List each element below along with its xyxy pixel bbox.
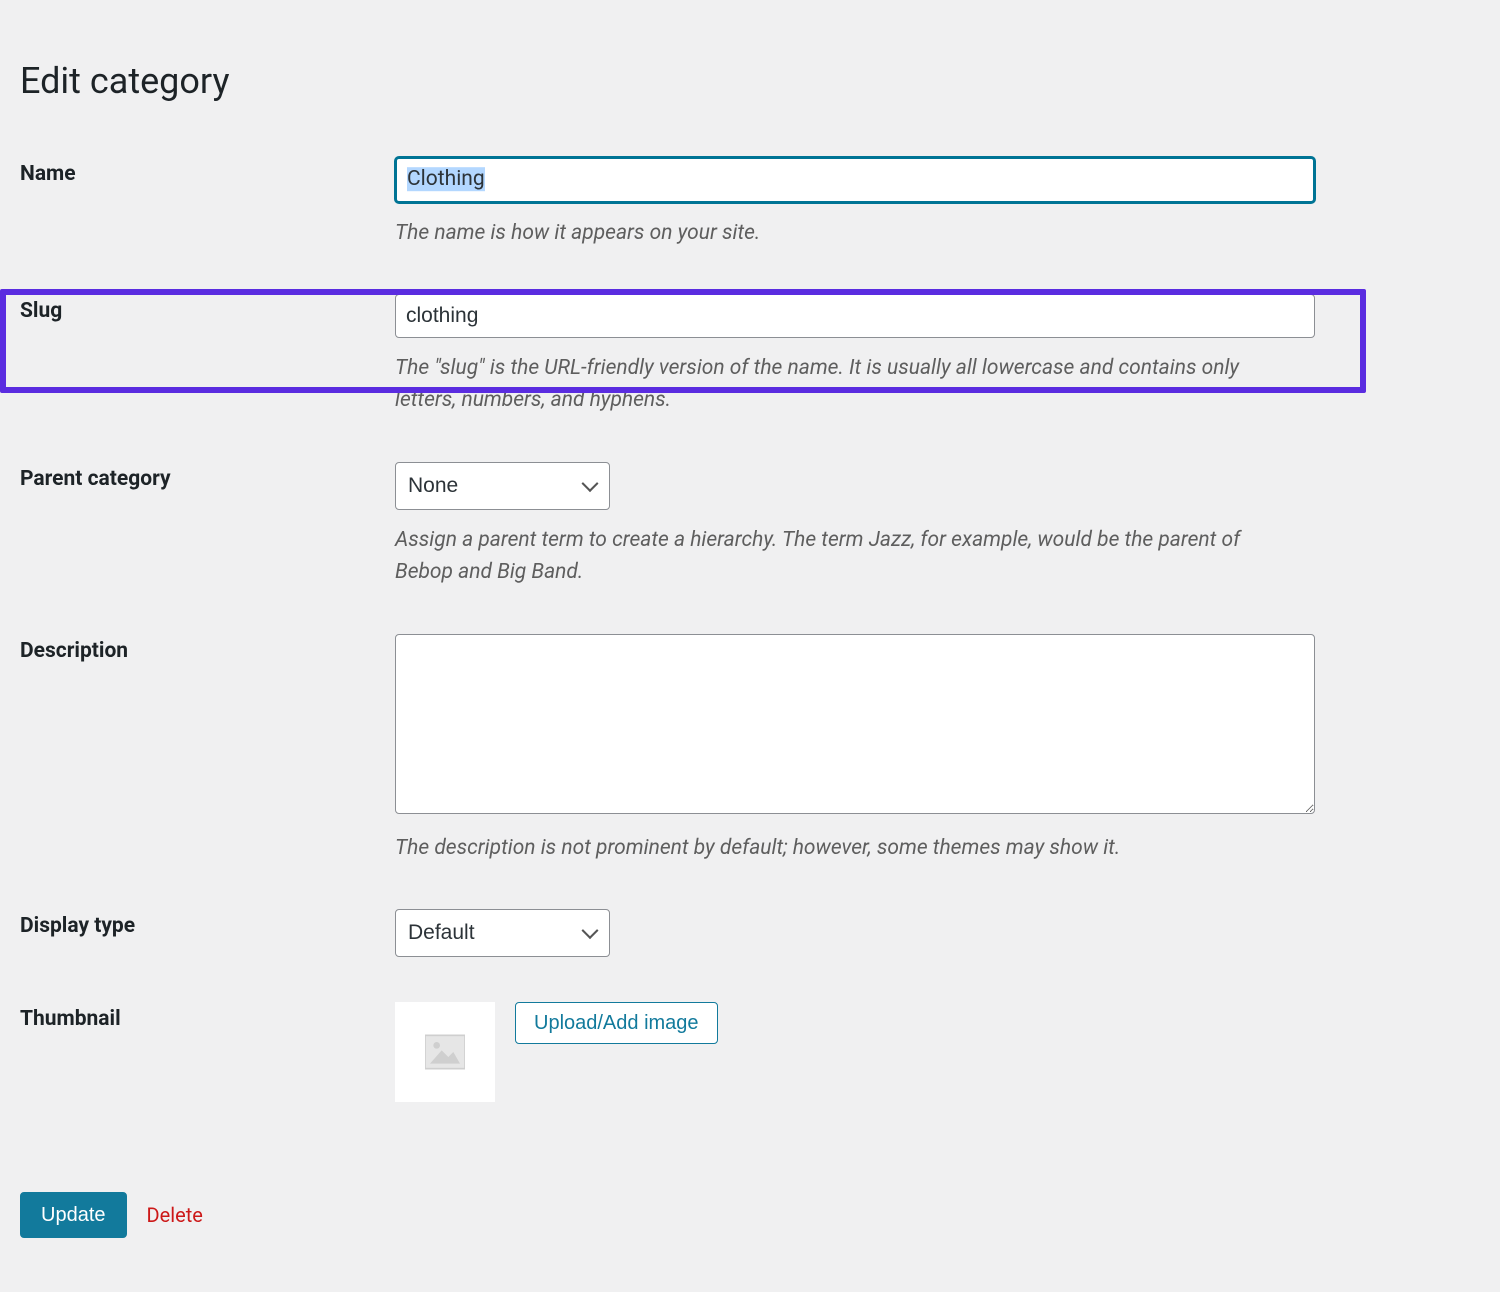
parent-select[interactable]: None <box>395 462 610 510</box>
slug-label: Slug <box>20 299 62 323</box>
slug-input[interactable] <box>395 294 1315 338</box>
description-help: The description is not prominent by defa… <box>395 832 1295 865</box>
name-help: The name is how it appears on your site. <box>395 217 1295 250</box>
page-title: Edit category <box>20 0 1480 142</box>
delete-link[interactable]: Delete <box>147 1203 203 1227</box>
thumbnail-label: Thumbnail <box>20 1007 121 1031</box>
image-icon <box>425 1034 465 1070</box>
name-label: Name <box>20 162 76 186</box>
display-type-select[interactable]: Default <box>395 909 610 957</box>
description-label: Description <box>20 639 128 663</box>
thumbnail-placeholder <box>395 1002 495 1102</box>
name-input[interactable] <box>395 157 1315 203</box>
parent-help: Assign a parent term to create a hierarc… <box>395 524 1295 589</box>
display-type-label: Display type <box>20 914 135 938</box>
description-textarea[interactable] <box>395 634 1315 814</box>
slug-help: The "slug" is the URL-friendly version o… <box>395 352 1295 417</box>
parent-label: Parent category <box>20 467 171 491</box>
upload-image-button[interactable]: Upload/Add image <box>515 1002 718 1044</box>
update-button[interactable]: Update <box>20 1192 127 1238</box>
